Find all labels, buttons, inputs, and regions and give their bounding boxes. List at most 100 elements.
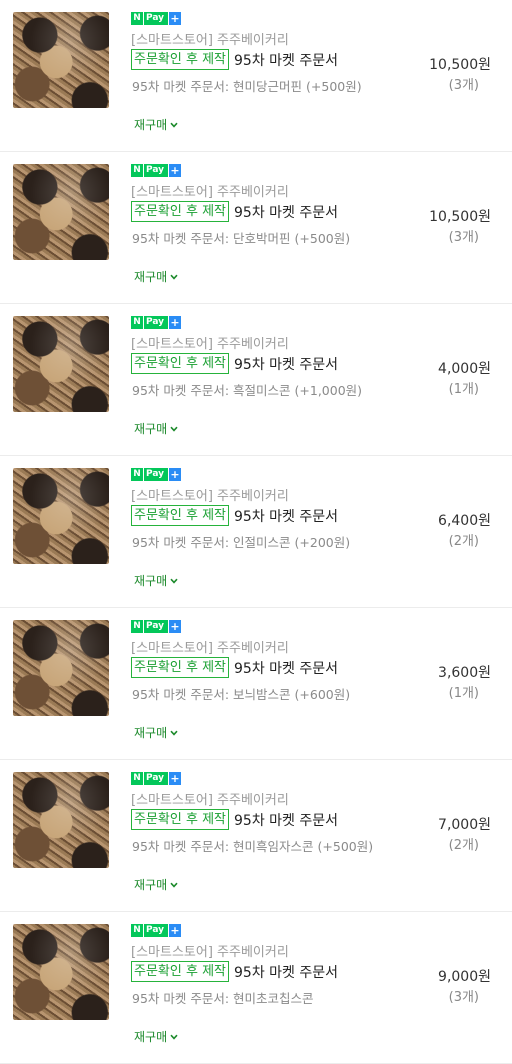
made-to-order-badge: 주문확인 후 제작 xyxy=(131,961,229,982)
product-title-row[interactable]: 주문확인 후 제작 95차 마켓 주문서 xyxy=(131,49,338,70)
made-to-order-badge: 주문확인 후 제작 xyxy=(131,201,229,222)
product-title[interactable]: 95차 마켓 주문서 xyxy=(234,506,338,526)
seller-name[interactable]: [스마트스토어] 주주베이커리 xyxy=(131,333,289,352)
order-price: 9,000원 xyxy=(438,969,491,985)
chevron-down-icon xyxy=(170,1034,178,1040)
seller-name[interactable]: [스마트스토어] 주주베이커리 xyxy=(131,789,289,808)
order-quantity: (3개) xyxy=(448,990,479,1005)
product-thumbnail[interactable] xyxy=(13,316,109,412)
product-title-row[interactable]: 주문확인 후 제작 95차 마켓 주문서 xyxy=(131,809,338,830)
seller-name[interactable]: [스마트스토어] 주주베이커리 xyxy=(131,29,289,48)
npay-pay-label: Pay xyxy=(144,316,169,329)
order-quantity: (3개) xyxy=(448,78,479,93)
npay-pay-label: Pay xyxy=(144,468,169,481)
made-to-order-badge: 주문확인 후 제작 xyxy=(131,809,229,830)
product-title[interactable]: 95차 마켓 주문서 xyxy=(234,354,338,374)
repurchase-label: 재구매 xyxy=(134,726,168,740)
order-item: N Pay + [스마트스토어] 주주베이커리 주문확인 후 제작 95차 마켓… xyxy=(0,912,512,1064)
made-to-order-badge: 주문확인 후 제작 xyxy=(131,49,229,70)
order-quantity: (2개) xyxy=(448,534,479,549)
npay-plus-icon: + xyxy=(169,772,182,785)
npay-n-label: N xyxy=(131,164,143,177)
repurchase-button[interactable]: 재구매 xyxy=(134,1028,178,1045)
seller-name[interactable]: [스마트스토어] 주주베이커리 xyxy=(131,941,289,960)
order-item: N Pay + [스마트스토어] 주주베이커리 주문확인 후 제작 95차 마켓… xyxy=(0,456,512,608)
naver-pay-badge: N Pay + xyxy=(131,620,182,633)
order-quantity: (1개) xyxy=(448,686,479,701)
naver-pay-badge: N Pay + xyxy=(131,468,182,481)
product-title-row[interactable]: 주문확인 후 제작 95차 마켓 주문서 xyxy=(131,505,338,526)
npay-plus-icon: + xyxy=(169,316,182,329)
seller-name[interactable]: [스마트스토어] 주주베이커리 xyxy=(131,485,289,504)
repurchase-button[interactable]: 재구매 xyxy=(134,268,178,285)
repurchase-button[interactable]: 재구매 xyxy=(134,420,178,437)
order-item: N Pay + [스마트스토어] 주주베이커리 주문확인 후 제작 95차 마켓… xyxy=(0,0,512,152)
product-title[interactable]: 95차 마켓 주문서 xyxy=(234,50,338,70)
order-price: 4,000원 xyxy=(438,361,491,377)
product-title-row[interactable]: 주문확인 후 제작 95차 마켓 주문서 xyxy=(131,657,338,678)
chevron-down-icon xyxy=(170,578,178,584)
product-title[interactable]: 95차 마켓 주문서 xyxy=(234,658,338,678)
order-price: 3,600원 xyxy=(438,665,491,681)
product-option: 95차 마켓 주문서: 단호박머핀 (+500원) xyxy=(132,231,351,246)
repurchase-button[interactable]: 재구매 xyxy=(134,876,178,893)
npay-pay-label: Pay xyxy=(144,12,169,25)
order-item: N Pay + [스마트스토어] 주주베이커리 주문확인 후 제작 95차 마켓… xyxy=(0,152,512,304)
product-title[interactable]: 95차 마켓 주문서 xyxy=(234,202,338,222)
npay-n-label: N xyxy=(131,316,143,329)
npay-n-label: N xyxy=(131,924,143,937)
product-option: 95차 마켓 주문서: 현미흑임자스콘 (+500원) xyxy=(132,839,374,854)
npay-pay-label: Pay xyxy=(144,620,169,633)
order-quantity: (3개) xyxy=(448,230,479,245)
npay-plus-icon: + xyxy=(169,468,182,481)
repurchase-label: 재구매 xyxy=(134,574,168,588)
order-quantity: (1개) xyxy=(448,382,479,397)
made-to-order-badge: 주문확인 후 제작 xyxy=(131,505,229,526)
repurchase-button[interactable]: 재구매 xyxy=(134,724,178,741)
repurchase-label: 재구매 xyxy=(134,878,168,892)
product-option: 95차 마켓 주문서: 흑절미스콘 (+1,000원) xyxy=(132,383,363,398)
npay-n-label: N xyxy=(131,468,143,481)
product-thumbnail[interactable] xyxy=(13,620,109,716)
chevron-down-icon xyxy=(170,730,178,736)
product-option: 95차 마켓 주문서: 인절미스콘 (+200원) xyxy=(132,535,351,550)
chevron-down-icon xyxy=(170,274,178,280)
repurchase-label: 재구매 xyxy=(134,1030,168,1044)
chevron-down-icon xyxy=(170,426,178,432)
repurchase-button[interactable]: 재구매 xyxy=(134,116,178,133)
product-title-row[interactable]: 주문확인 후 제작 95차 마켓 주문서 xyxy=(131,353,338,374)
npay-pay-label: Pay xyxy=(144,164,169,177)
naver-pay-badge: N Pay + xyxy=(131,772,182,785)
product-thumbnail[interactable] xyxy=(13,924,109,1020)
npay-plus-icon: + xyxy=(169,620,182,633)
product-title[interactable]: 95차 마켓 주문서 xyxy=(234,810,338,830)
repurchase-label: 재구매 xyxy=(134,270,168,284)
product-title-row[interactable]: 주문확인 후 제작 95차 마켓 주문서 xyxy=(131,961,338,982)
repurchase-button[interactable]: 재구매 xyxy=(134,572,178,589)
order-price: 7,000원 xyxy=(438,817,491,833)
order-list: N Pay + [스마트스토어] 주주베이커리 주문확인 후 제작 95차 마켓… xyxy=(0,0,512,1064)
order-item: N Pay + [스마트스토어] 주주베이커리 주문확인 후 제작 95차 마켓… xyxy=(0,760,512,912)
naver-pay-badge: N Pay + xyxy=(131,924,182,937)
order-price: 6,400원 xyxy=(438,513,491,529)
order-item: N Pay + [스마트스토어] 주주베이커리 주문확인 후 제작 95차 마켓… xyxy=(0,608,512,760)
naver-pay-badge: N Pay + xyxy=(131,12,182,25)
chevron-down-icon xyxy=(170,122,178,128)
npay-plus-icon: + xyxy=(169,924,182,937)
product-option: 95차 마켓 주문서: 보늬밤스콘 (+600원) xyxy=(132,687,351,702)
naver-pay-badge: N Pay + xyxy=(131,164,182,177)
made-to-order-badge: 주문확인 후 제작 xyxy=(131,657,229,678)
order-price: 10,500원 xyxy=(429,209,491,225)
product-thumbnail[interactable] xyxy=(13,12,109,108)
npay-n-label: N xyxy=(131,12,143,25)
product-title[interactable]: 95차 마켓 주문서 xyxy=(234,962,338,982)
npay-pay-label: Pay xyxy=(144,772,169,785)
seller-name[interactable]: [스마트스토어] 주주베이커리 xyxy=(131,637,289,656)
product-thumbnail[interactable] xyxy=(13,164,109,260)
product-thumbnail[interactable] xyxy=(13,468,109,564)
seller-name[interactable]: [스마트스토어] 주주베이커리 xyxy=(131,181,289,200)
naver-pay-badge: N Pay + xyxy=(131,316,182,329)
product-title-row[interactable]: 주문확인 후 제작 95차 마켓 주문서 xyxy=(131,201,338,222)
order-item: N Pay + [스마트스토어] 주주베이커리 주문확인 후 제작 95차 마켓… xyxy=(0,304,512,456)
product-thumbnail[interactable] xyxy=(13,772,109,868)
